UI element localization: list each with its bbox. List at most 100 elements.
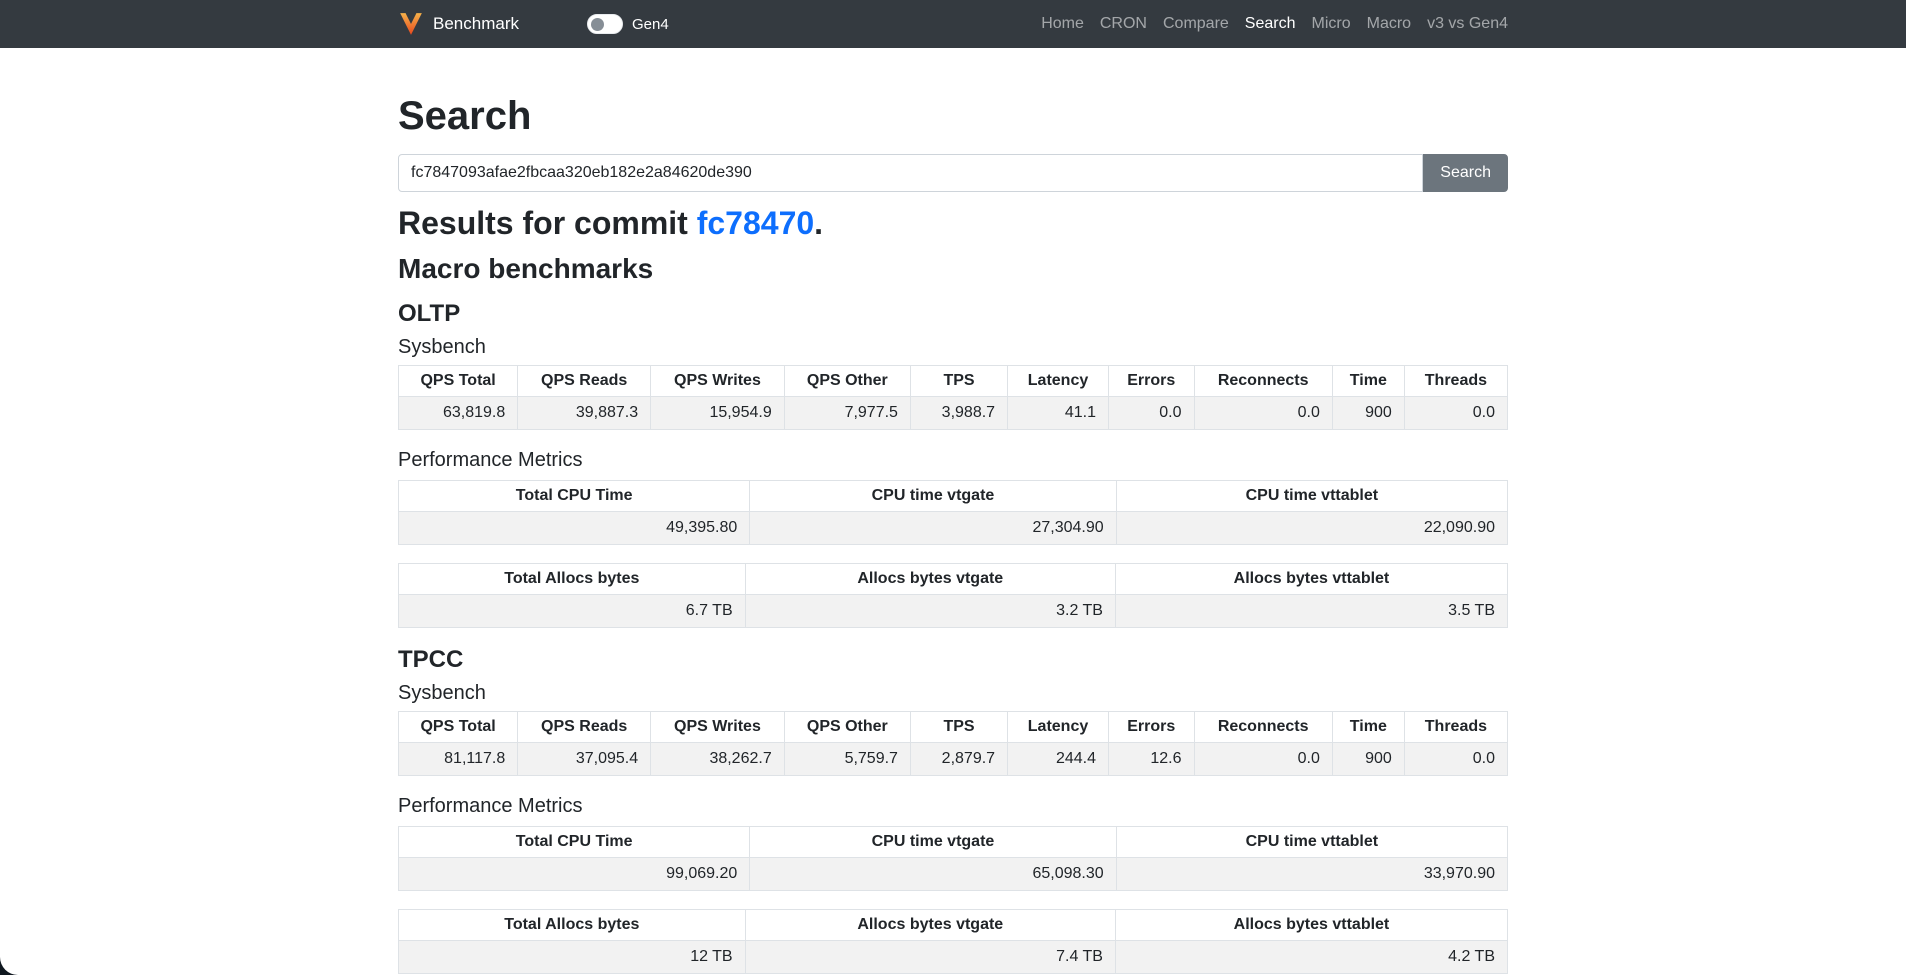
column-header: Time — [1332, 711, 1404, 742]
tpcc-cpu-table: Total CPU TimeCPU time vtgateCPU time vt… — [398, 826, 1508, 891]
value-cell: 39,887.3 — [518, 396, 651, 429]
section-title-tpcc: TPCC — [398, 646, 1508, 675]
value-cell: 99,069.20 — [399, 857, 750, 890]
value-cell: 244.4 — [1008, 742, 1109, 775]
toggle-knob — [591, 18, 604, 31]
column-header: Reconnects — [1194, 365, 1332, 396]
nav-item-cron[interactable]: CRON — [1092, 15, 1155, 33]
oltp-allocs-table: Total Allocs bytesAllocs bytes vtgateAll… — [398, 563, 1508, 628]
search-input-group: Search — [398, 154, 1508, 192]
tpcc-allocs-table-value-row: 12 TB7.4 TB4.2 TB — [399, 940, 1508, 973]
search-input[interactable] — [398, 154, 1423, 192]
column-header: QPS Reads — [518, 365, 651, 396]
value-cell: 33,970.90 — [1116, 857, 1507, 890]
value-cell: 37,095.4 — [518, 742, 651, 775]
commit-link[interactable]: fc78470 — [697, 205, 814, 241]
value-cell: 2,879.7 — [910, 742, 1007, 775]
column-header: TPS — [910, 711, 1007, 742]
oltp-sysbench-label: Sysbench — [398, 335, 1508, 359]
column-header: Latency — [1008, 365, 1109, 396]
oltp-performance-metrics-label: Performance Metrics — [398, 448, 1508, 472]
oltp-cpu-table: Total CPU TimeCPU time vtgateCPU time vt… — [398, 480, 1508, 545]
value-cell: 5,759.7 — [784, 742, 910, 775]
column-header: Total Allocs bytes — [399, 563, 746, 594]
value-cell: 0.0 — [1404, 396, 1507, 429]
column-header: Total CPU Time — [399, 826, 750, 857]
value-cell: 6.7 TB — [399, 594, 746, 627]
value-cell: 22,090.90 — [1116, 511, 1507, 544]
column-header: CPU time vttablet — [1116, 480, 1507, 511]
column-header: Total CPU Time — [399, 480, 750, 511]
nav-items: HomeCRONCompareSearchMicroMacrov3 vs Gen… — [1033, 15, 1508, 33]
value-cell: 900 — [1332, 396, 1404, 429]
brand-label: Benchmark — [433, 14, 519, 34]
column-header: Allocs bytes vttablet — [1115, 909, 1507, 940]
value-cell: 0.0 — [1194, 742, 1332, 775]
value-cell: 0.0 — [1194, 396, 1332, 429]
value-cell: 3,988.7 — [910, 396, 1007, 429]
tpcc-cpu-table-header-row: Total CPU TimeCPU time vtgateCPU time vt… — [399, 826, 1508, 857]
column-header: QPS Writes — [651, 365, 785, 396]
column-header: QPS Other — [784, 365, 910, 396]
tpcc-cpu-table-value-row: 99,069.2065,098.3033,970.90 — [399, 857, 1508, 890]
column-header: Threads — [1404, 711, 1507, 742]
column-header: Allocs bytes vtgate — [745, 563, 1115, 594]
gen4-toggle-label: Gen4 — [632, 16, 669, 33]
tpcc-allocs-table: Total Allocs bytesAllocs bytes vtgateAll… — [398, 909, 1508, 974]
value-cell: 38,262.7 — [651, 742, 785, 775]
value-cell: 65,098.30 — [750, 857, 1116, 890]
column-header: Errors — [1108, 711, 1194, 742]
page-corner-decoration — [0, 957, 18, 975]
gen4-toggle[interactable] — [587, 14, 623, 34]
column-header: QPS Other — [784, 711, 910, 742]
column-header: CPU time vttablet — [1116, 826, 1507, 857]
column-header: CPU time vtgate — [750, 480, 1116, 511]
tpcc-performance-metrics-label: Performance Metrics — [398, 794, 1508, 818]
macro-benchmarks-title: Macro benchmarks — [398, 252, 1508, 286]
oltp-cpu-table-header-row: Total CPU TimeCPU time vtgateCPU time vt… — [399, 480, 1508, 511]
main-content: Search Search Results for commit fc78470… — [383, 92, 1523, 974]
value-cell: 41.1 — [1008, 396, 1109, 429]
column-header: QPS Reads — [518, 711, 651, 742]
column-header: Threads — [1404, 365, 1507, 396]
oltp-allocs-table-value-row: 6.7 TB3.2 TB3.5 TB — [399, 594, 1508, 627]
section-title-oltp: OLTP — [398, 300, 1508, 329]
oltp-sysbench-table-value-row: 63,819.839,887.315,954.97,977.53,988.741… — [399, 396, 1508, 429]
search-button[interactable]: Search — [1423, 154, 1508, 192]
nav-item-search[interactable]: Search — [1237, 15, 1304, 33]
column-header: Allocs bytes vtgate — [745, 909, 1115, 940]
nav-item-compare[interactable]: Compare — [1155, 15, 1237, 33]
results-heading: Results for commit fc78470. — [398, 204, 1508, 242]
column-header: QPS Total — [399, 711, 518, 742]
column-header: Reconnects — [1194, 711, 1332, 742]
column-header: TPS — [910, 365, 1007, 396]
value-cell: 49,395.80 — [399, 511, 750, 544]
column-header: QPS Total — [399, 365, 518, 396]
nav-item-home[interactable]: Home — [1033, 15, 1092, 33]
value-cell: 900 — [1332, 742, 1404, 775]
value-cell: 0.0 — [1108, 396, 1194, 429]
value-cell: 3.2 TB — [745, 594, 1115, 627]
nav-item-micro[interactable]: Micro — [1304, 15, 1359, 33]
value-cell: 4.2 TB — [1115, 940, 1507, 973]
oltp-cpu-table-value-row: 49,395.8027,304.9022,090.90 — [399, 511, 1508, 544]
brand-link[interactable]: Benchmark — [398, 11, 519, 37]
oltp-sysbench-table: QPS TotalQPS ReadsQPS WritesQPS OtherTPS… — [398, 365, 1508, 430]
nav-item-macro[interactable]: Macro — [1359, 15, 1419, 33]
value-cell: 27,304.90 — [750, 511, 1116, 544]
column-header: Errors — [1108, 365, 1194, 396]
column-header: Time — [1332, 365, 1404, 396]
column-header: CPU time vtgate — [750, 826, 1116, 857]
column-header: Latency — [1008, 711, 1109, 742]
value-cell: 12.6 — [1108, 742, 1194, 775]
column-header: Total Allocs bytes — [399, 909, 746, 940]
tpcc-sysbench-table-header-row: QPS TotalQPS ReadsQPS WritesQPS OtherTPS… — [399, 711, 1508, 742]
nav-item-v3-vs-gen4[interactable]: v3 vs Gen4 — [1419, 15, 1508, 33]
column-header: Allocs bytes vttablet — [1115, 563, 1507, 594]
value-cell: 63,819.8 — [399, 396, 518, 429]
column-header: QPS Writes — [651, 711, 785, 742]
tpcc-sysbench-table-value-row: 81,117.837,095.438,262.75,759.72,879.724… — [399, 742, 1508, 775]
value-cell: 12 TB — [399, 940, 746, 973]
tpcc-allocs-table-header-row: Total Allocs bytesAllocs bytes vtgateAll… — [399, 909, 1508, 940]
macro-sections: OLTPSysbenchQPS TotalQPS ReadsQPS Writes… — [398, 300, 1508, 974]
